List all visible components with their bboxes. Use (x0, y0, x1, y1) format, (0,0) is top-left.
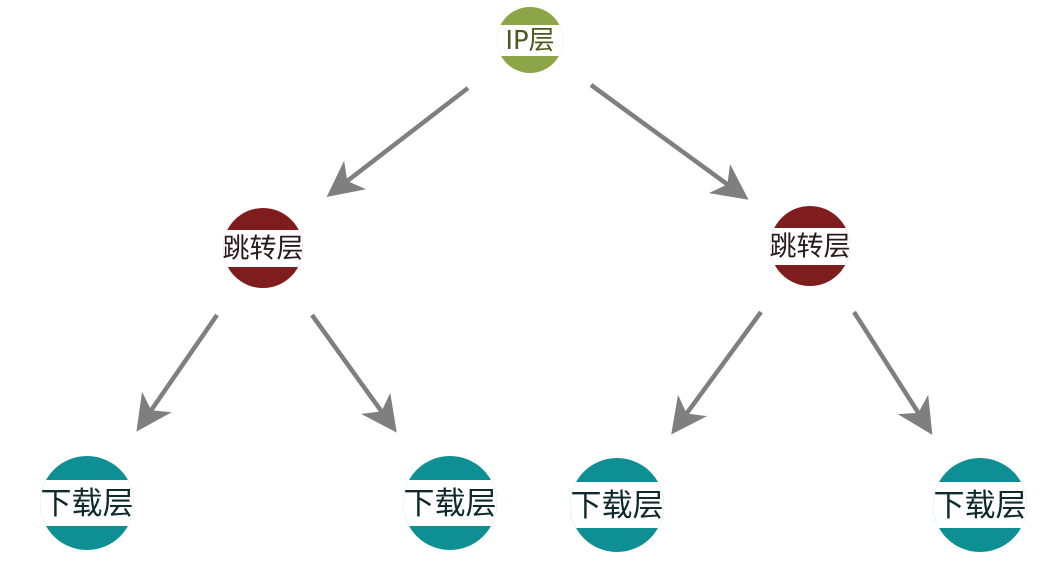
node-root: IP层 (497, 7, 563, 73)
edge-mid-left-to-leaf-1 (136, 313, 219, 432)
node-leaf-4-label: 下载层 (934, 488, 1027, 524)
node-leaf-2: 下载层 (403, 456, 497, 550)
node-mid-left: 跳转层 (223, 208, 304, 288)
layer-tree-diagram: IP层 跳转层 跳转层 下载层 下载层 下载层 下载层 (40, 7, 1027, 552)
edge-mid-right-to-leaf-3 (671, 310, 763, 435)
edge-mid-right-to-leaf-4 (852, 310, 933, 435)
node-mid-left-label: 跳转层 (223, 234, 304, 265)
node-leaf-1-label: 下载层 (41, 486, 134, 522)
edge-root-to-mid-right (589, 83, 749, 200)
node-leaf-3: 下载层 (570, 458, 664, 552)
node-leaf-4: 下载层 (933, 458, 1027, 552)
edge-root-to-mid-left (326, 86, 470, 197)
node-root-label: IP层 (505, 26, 554, 56)
edge-mid-left-to-leaf-2 (310, 313, 397, 433)
node-leaf-1: 下载层 (40, 456, 134, 550)
node-mid-right: 跳转层 (770, 206, 851, 286)
node-leaf-2-label: 下载层 (404, 486, 497, 522)
node-leaf-3-label: 下载层 (571, 488, 664, 524)
node-mid-right-label: 跳转层 (770, 232, 851, 263)
